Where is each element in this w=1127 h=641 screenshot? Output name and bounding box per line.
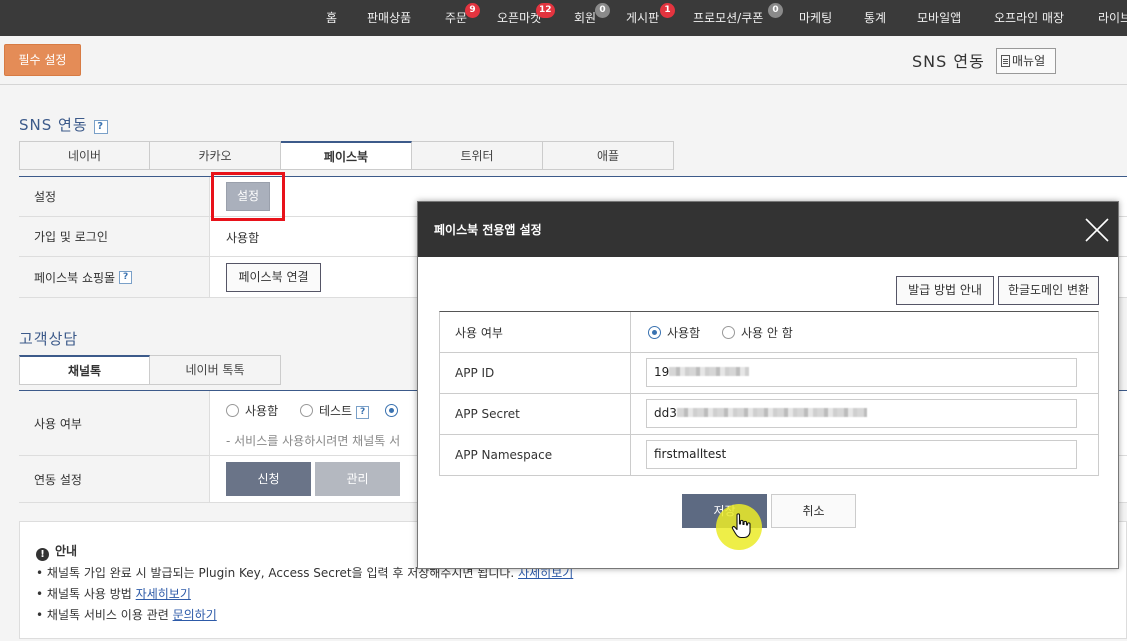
details-link-2[interactable]: 자세히보기 bbox=[136, 587, 191, 601]
sns-section-title-text: SNS 연동 bbox=[19, 116, 88, 134]
sns-tabs: 네이버 카카오 페이스북 트위터 애플 bbox=[19, 141, 674, 170]
manual-button-label: 매뉴얼 bbox=[1012, 54, 1046, 68]
sns-section-title: SNS 연동? bbox=[19, 114, 108, 135]
tab-channeltalk[interactable]: 채널톡 bbox=[19, 355, 150, 385]
exclamation-icon: ! bbox=[36, 548, 49, 561]
app-secret-label: APP Secret bbox=[440, 394, 631, 434]
app-namespace-input[interactable]: firstmalltest bbox=[646, 440, 1077, 469]
nav-badge-openmarket: 12 bbox=[536, 3, 555, 18]
manage-button[interactable]: 관리 bbox=[315, 462, 400, 496]
nav-item-offline[interactable]: 오프라인 매장 bbox=[994, 0, 1064, 36]
nav-badge-board: 1 bbox=[660, 3, 675, 18]
cs-tabs: 채널톡 네이버 톡톡 bbox=[19, 355, 281, 385]
join-login-label: 가입 및 로그인 bbox=[19, 217, 210, 256]
tab-naver[interactable]: 네이버 bbox=[19, 141, 150, 170]
notice-title-text: 안내 bbox=[55, 544, 78, 558]
nav-item-stats[interactable]: 통계 bbox=[864, 0, 886, 36]
nav-item-home[interactable]: 홈 bbox=[326, 0, 337, 36]
app-secret-input[interactable]: dd3 bbox=[646, 399, 1077, 428]
issue-guide-button[interactable]: 발급 방법 안내 bbox=[896, 276, 994, 305]
use-on-label: 사용함 bbox=[667, 326, 701, 340]
radio-cs-test[interactable] bbox=[299, 404, 313, 417]
help-icon[interactable]: ? bbox=[356, 406, 370, 419]
cs-hint: - 서비스를 사용하시려면 채널톡 서 bbox=[226, 434, 401, 448]
modal-form-table: 사용 여부 사용함 사용 안 함 APP ID 19 APP Secret dd… bbox=[439, 311, 1099, 476]
required-settings-button[interactable]: 필수 설정 bbox=[4, 44, 81, 76]
join-login-value: 사용함 bbox=[226, 231, 260, 245]
facebook-connect-button[interactable]: 페이스북 연결 bbox=[226, 263, 321, 292]
nav-item-marketing[interactable]: 마케팅 bbox=[799, 0, 832, 36]
facebook-shop-label-cell: 페이스북 쇼핑몰? bbox=[19, 257, 210, 297]
radio-cs-use[interactable] bbox=[226, 404, 239, 417]
notice-title: ! 안내 bbox=[36, 542, 77, 561]
tab-naver-talktalk[interactable]: 네이버 톡톡 bbox=[150, 355, 281, 385]
modal-title: 페이스북 전용앱 설정 bbox=[434, 223, 542, 237]
document-icon bbox=[1001, 55, 1010, 67]
cs-link-label: 연동 설정 bbox=[19, 456, 210, 502]
hand-cursor-icon bbox=[731, 513, 751, 539]
apply-button[interactable]: 신청 bbox=[226, 462, 311, 496]
top-navigation: 홈 판매상품 주문 9 오픈마켓 12 회원 0 게시판 1 프로모션/쿠폰 0… bbox=[0, 0, 1127, 36]
cs-use-options: 사용함 테스트? bbox=[226, 402, 404, 419]
tab-facebook[interactable]: 페이스북 bbox=[281, 141, 412, 170]
modal-row-appid: APP ID 19 bbox=[440, 353, 1098, 394]
nav-item-board[interactable]: 게시판 bbox=[626, 0, 659, 36]
nav-item-promotion[interactable]: 프로모션/쿠폰 bbox=[693, 0, 763, 36]
facebook-shop-label: 페이스북 쇼핑몰 bbox=[34, 270, 116, 285]
app-id-label: APP ID bbox=[440, 353, 631, 393]
nav-item-mobileapp[interactable]: 모바일앱 bbox=[917, 0, 961, 36]
tab-kakao[interactable]: 카카오 bbox=[150, 141, 281, 170]
manual-button[interactable]: 매뉴얼 bbox=[996, 48, 1056, 74]
use-off-label: 사용 안 함 bbox=[740, 326, 793, 340]
radio-cs-third[interactable] bbox=[384, 404, 398, 417]
radio-use-off[interactable] bbox=[721, 326, 735, 339]
app-secret-value: dd3 bbox=[654, 406, 677, 420]
cs-use-label: 사용 여부 bbox=[19, 391, 210, 455]
nav-badge-orders: 9 bbox=[465, 3, 480, 18]
page-header: 필수 설정 SNS 연동 매뉴얼 bbox=[0, 36, 1127, 85]
app-id-input[interactable]: 19 bbox=[646, 358, 1077, 387]
radio-use-on[interactable] bbox=[648, 326, 661, 339]
nav-item-products[interactable]: 판매상품 bbox=[367, 0, 411, 36]
modal-row-use: 사용 여부 사용함 사용 안 함 bbox=[440, 312, 1098, 353]
nav-item-live[interactable]: 라이브 bbox=[1098, 0, 1127, 36]
cs-option-use: 사용함 bbox=[245, 404, 279, 418]
page-title: SNS 연동 bbox=[912, 52, 985, 71]
highlight-box bbox=[211, 172, 285, 221]
tab-twitter[interactable]: 트위터 bbox=[412, 141, 543, 170]
close-icon[interactable] bbox=[1084, 217, 1110, 243]
cancel-button[interactable]: 취소 bbox=[771, 494, 856, 528]
nav-badge-members: 0 bbox=[595, 3, 610, 18]
modal-use-label: 사용 여부 bbox=[440, 312, 631, 352]
notice-text-2: 채널톡 사용 방법 bbox=[46, 587, 132, 601]
help-icon[interactable]: ? bbox=[93, 120, 108, 134]
notice-line-2: • 채널톡 사용 방법 자세히보기 bbox=[36, 587, 191, 601]
tab-apple[interactable]: 애플 bbox=[543, 141, 674, 170]
notice-line-3: • 채널톡 서비스 이용 관련 문의하기 bbox=[36, 608, 217, 622]
facebook-app-settings-modal: 페이스북 전용앱 설정 발급 방법 안내 한글도메인 변환 사용 여부 사용함 … bbox=[417, 201, 1119, 569]
redacted-mask bbox=[676, 408, 867, 417]
setting-label: 설정 bbox=[19, 177, 210, 216]
nav-item-orders[interactable]: 주문 bbox=[445, 0, 467, 36]
modal-header: 페이스북 전용앱 설정 bbox=[418, 202, 1118, 257]
modal-use-options: 사용함 사용 안 함 bbox=[648, 324, 793, 341]
cs-option-test: 테스트 bbox=[318, 404, 353, 418]
modal-row-appsecret: APP Secret dd3 bbox=[440, 394, 1098, 435]
nav-badge-promotion: 0 bbox=[768, 3, 783, 18]
app-namespace-label: APP Namespace bbox=[440, 435, 631, 475]
nav-item-openmarket[interactable]: 오픈마켓 bbox=[497, 0, 541, 36]
notice-text-3: 채널톡 서비스 이용 관련 bbox=[46, 608, 169, 622]
korean-domain-convert-button[interactable]: 한글도메인 변환 bbox=[998, 276, 1099, 305]
inquiry-link[interactable]: 문의하기 bbox=[173, 608, 217, 622]
app-id-value: 19 bbox=[654, 365, 670, 379]
modal-row-namespace: APP Namespace firstmalltest bbox=[440, 435, 1098, 476]
nav-item-members[interactable]: 회원 bbox=[574, 0, 596, 36]
cs-section-title: 고객상담 bbox=[19, 330, 79, 348]
redacted-mask bbox=[669, 367, 750, 376]
help-icon[interactable]: ? bbox=[119, 270, 133, 284]
